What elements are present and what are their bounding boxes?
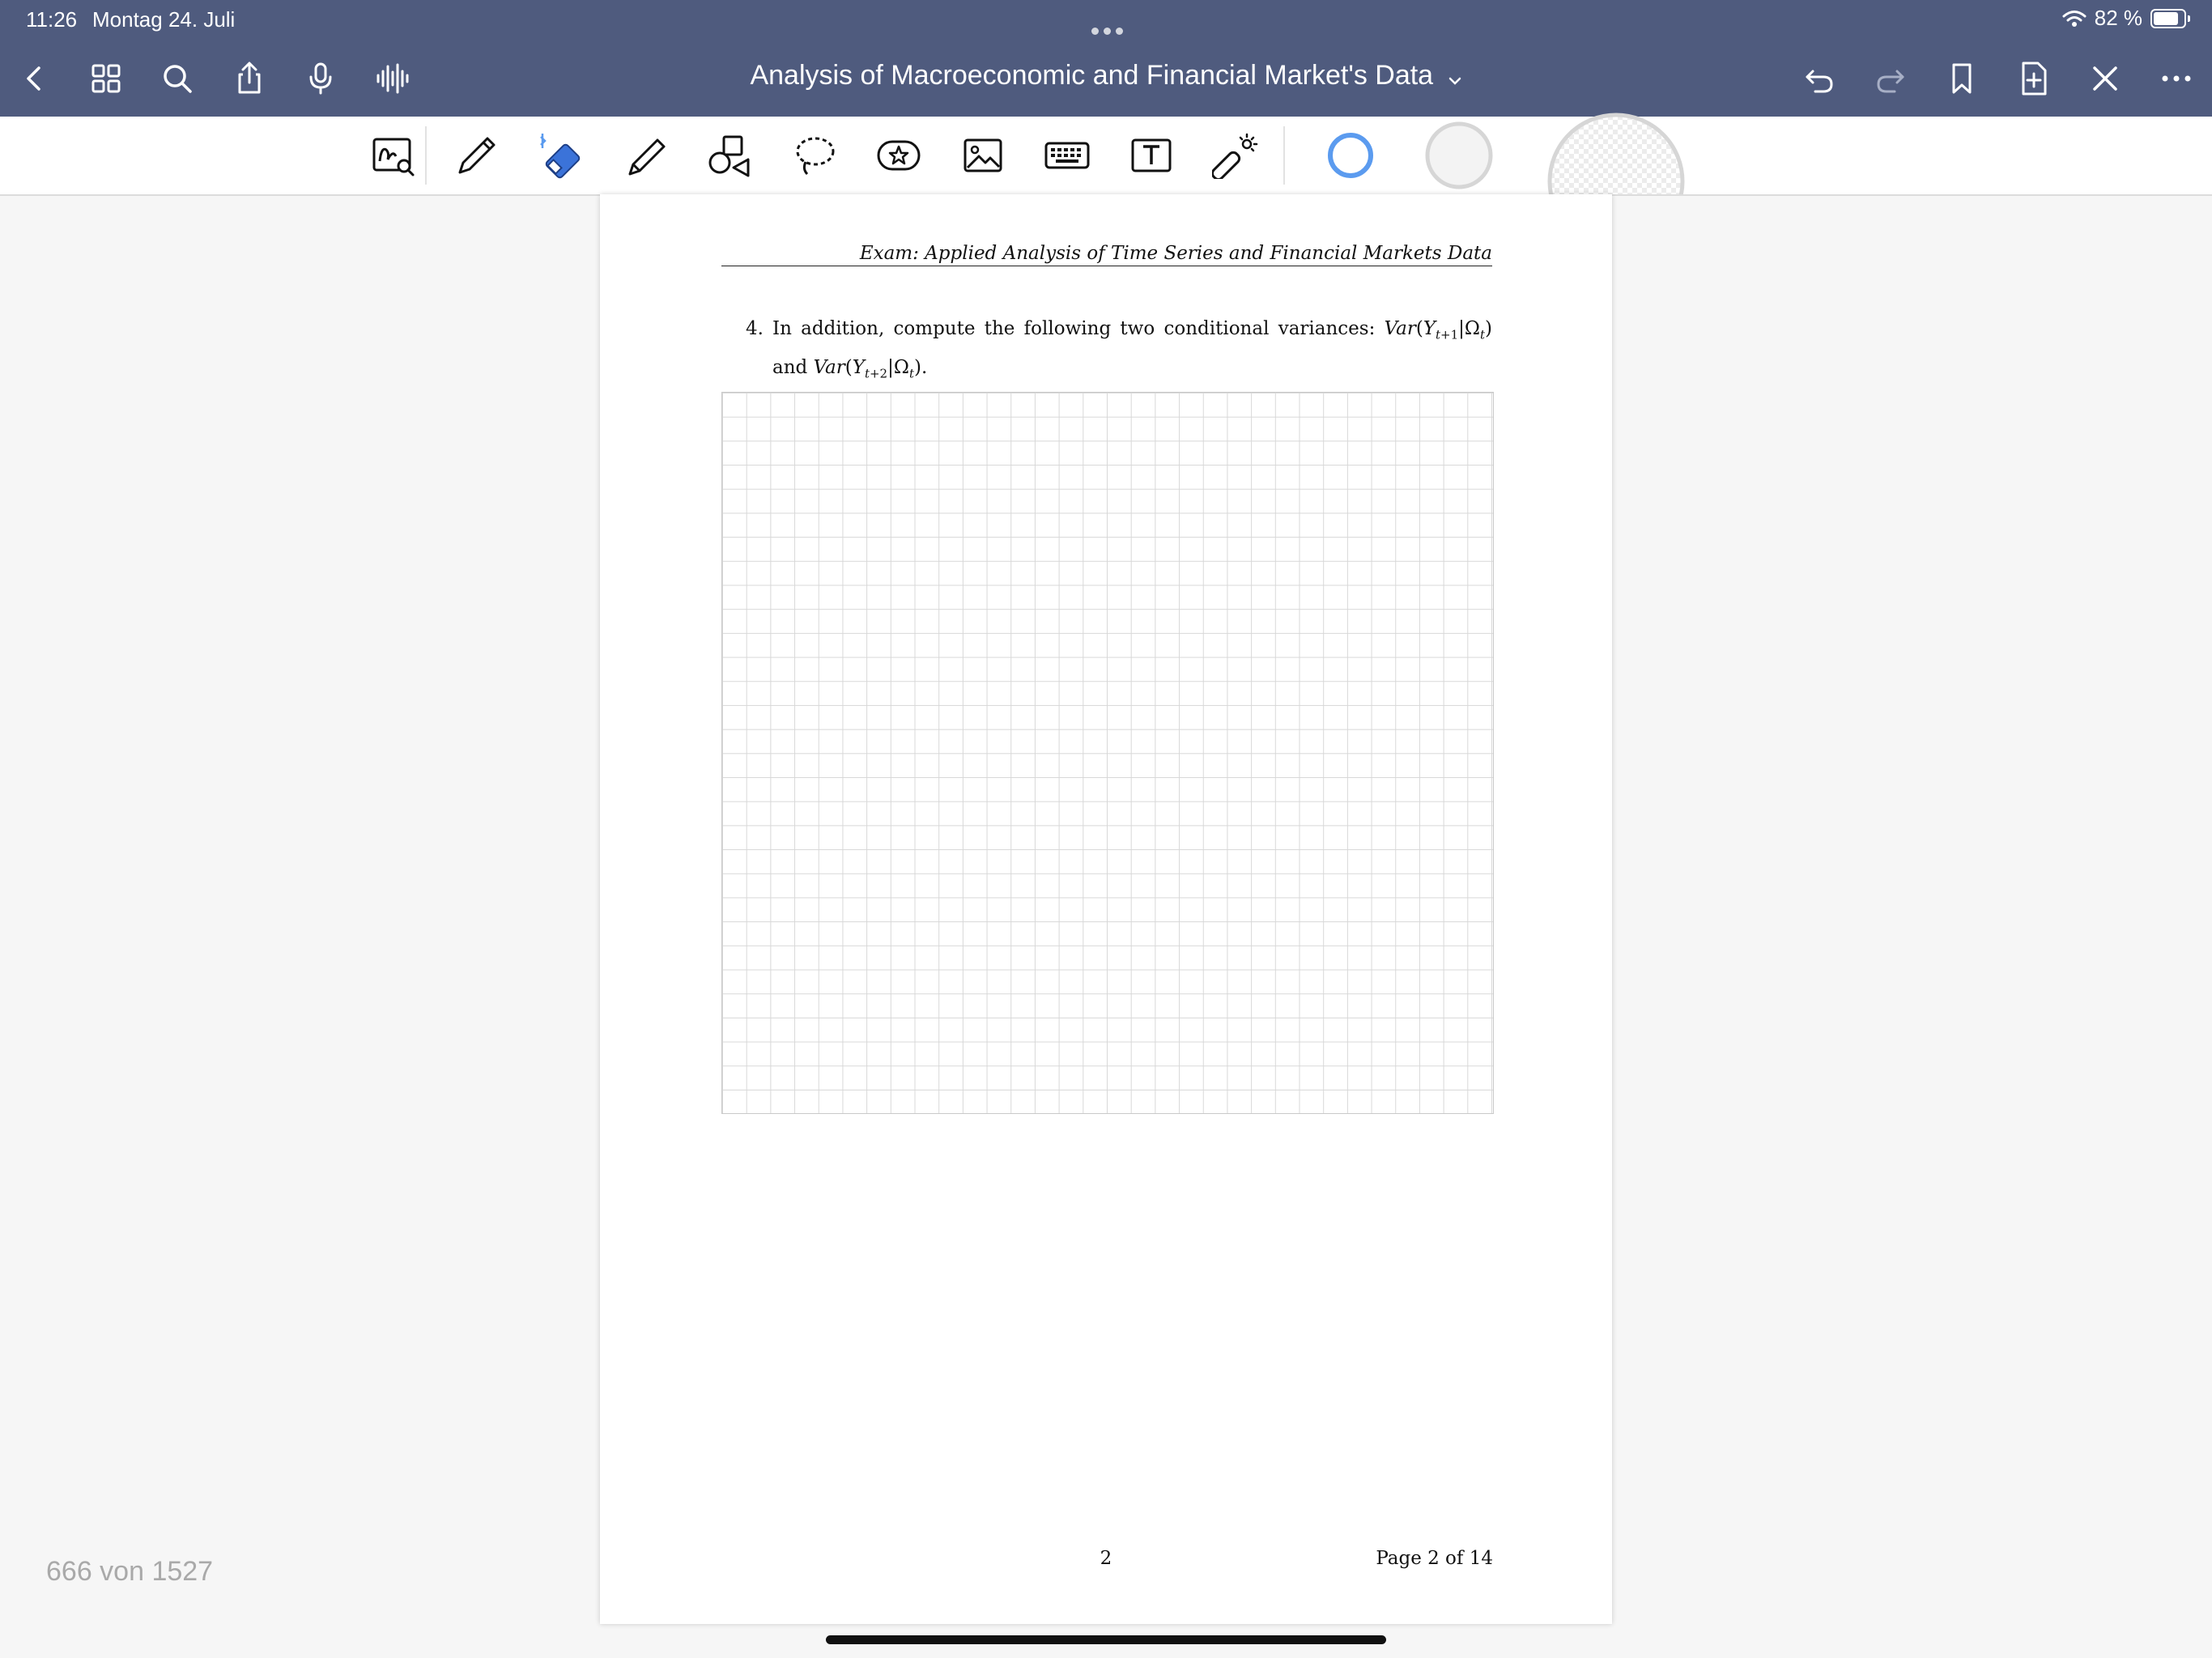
eraser-icon[interactable] <box>535 130 587 181</box>
page-counter: 666 von 1527 <box>46 1556 214 1587</box>
status-right: 82 % <box>2062 6 2190 31</box>
status-date: Montag 24. Juli <box>92 7 236 32</box>
undo-icon[interactable] <box>1797 57 1841 100</box>
question-and: and <box>772 356 808 378</box>
battery-fill <box>2154 11 2178 25</box>
close-icon[interactable] <box>2083 57 2127 100</box>
highlighter-icon[interactable] <box>619 130 671 181</box>
document-page[interactable]: Exam: Applied Analysis of Time Series an… <box>600 194 1612 1624</box>
question-number: 4. <box>746 318 764 339</box>
thickness-swatch-medium[interactable] <box>1423 119 1495 192</box>
shapes-icon[interactable] <box>704 130 755 181</box>
bookmark-icon[interactable] <box>1940 57 1984 100</box>
status-time: 11:26 <box>26 7 78 32</box>
zoom-window-icon[interactable] <box>368 130 419 181</box>
formula-var-t2: Var(Yt+2|Ωt). <box>813 356 928 381</box>
running-header: Exam: Applied Analysis of Time Series an… <box>721 243 1492 266</box>
toolbar-divider <box>425 126 427 185</box>
navigation-bar: Analysis of Macroeconomic and Financial … <box>0 42 2212 113</box>
top-bar: 11:26 Montag 24. Juli 82 % Analysis of M… <box>0 0 2212 117</box>
page-of-total: Page 2 of 14 <box>1376 1548 1493 1569</box>
answer-grid[interactable] <box>721 392 1494 1114</box>
thickness-swatch-large[interactable] <box>1545 110 1687 194</box>
wifi-icon <box>2062 10 2087 27</box>
color-swatch-blue[interactable] <box>1323 128 1378 183</box>
chevron-down-icon <box>1448 62 1462 93</box>
pen-icon[interactable] <box>451 130 503 181</box>
toolbar-divider <box>1283 126 1285 185</box>
more-icon[interactable] <box>2155 57 2198 100</box>
home-indicator[interactable] <box>826 1635 1386 1644</box>
multitasking-dots-icon[interactable] <box>1089 15 1125 40</box>
sticker-icon[interactable] <box>873 130 925 181</box>
tool-bar <box>0 113 2212 196</box>
question-4: 4. In addition, compute the following tw… <box>721 312 1492 389</box>
keyboard-icon[interactable] <box>1041 130 1093 181</box>
battery-icon <box>2150 8 2190 28</box>
image-icon[interactable] <box>957 130 1009 181</box>
formula-var-t1: Var(Yt+1|Ωt) <box>1384 318 1492 342</box>
document-title-text: Analysis of Macroeconomic and Financial … <box>750 60 1434 91</box>
question-body: In addition, compute the following two c… <box>772 312 1492 389</box>
text-box-icon[interactable] <box>1125 130 1177 181</box>
status-bar: 11:26 Montag 24. Juli 82 % <box>0 0 2212 39</box>
add-page-icon[interactable] <box>2012 57 2056 100</box>
question-text: In addition, compute the following two c… <box>772 318 1385 339</box>
lasso-icon[interactable] <box>789 130 840 181</box>
battery-percent: 82 % <box>2094 6 2142 30</box>
laser-pointer-icon[interactable] <box>1210 130 1261 181</box>
redo-icon[interactable] <box>1869 57 1912 100</box>
